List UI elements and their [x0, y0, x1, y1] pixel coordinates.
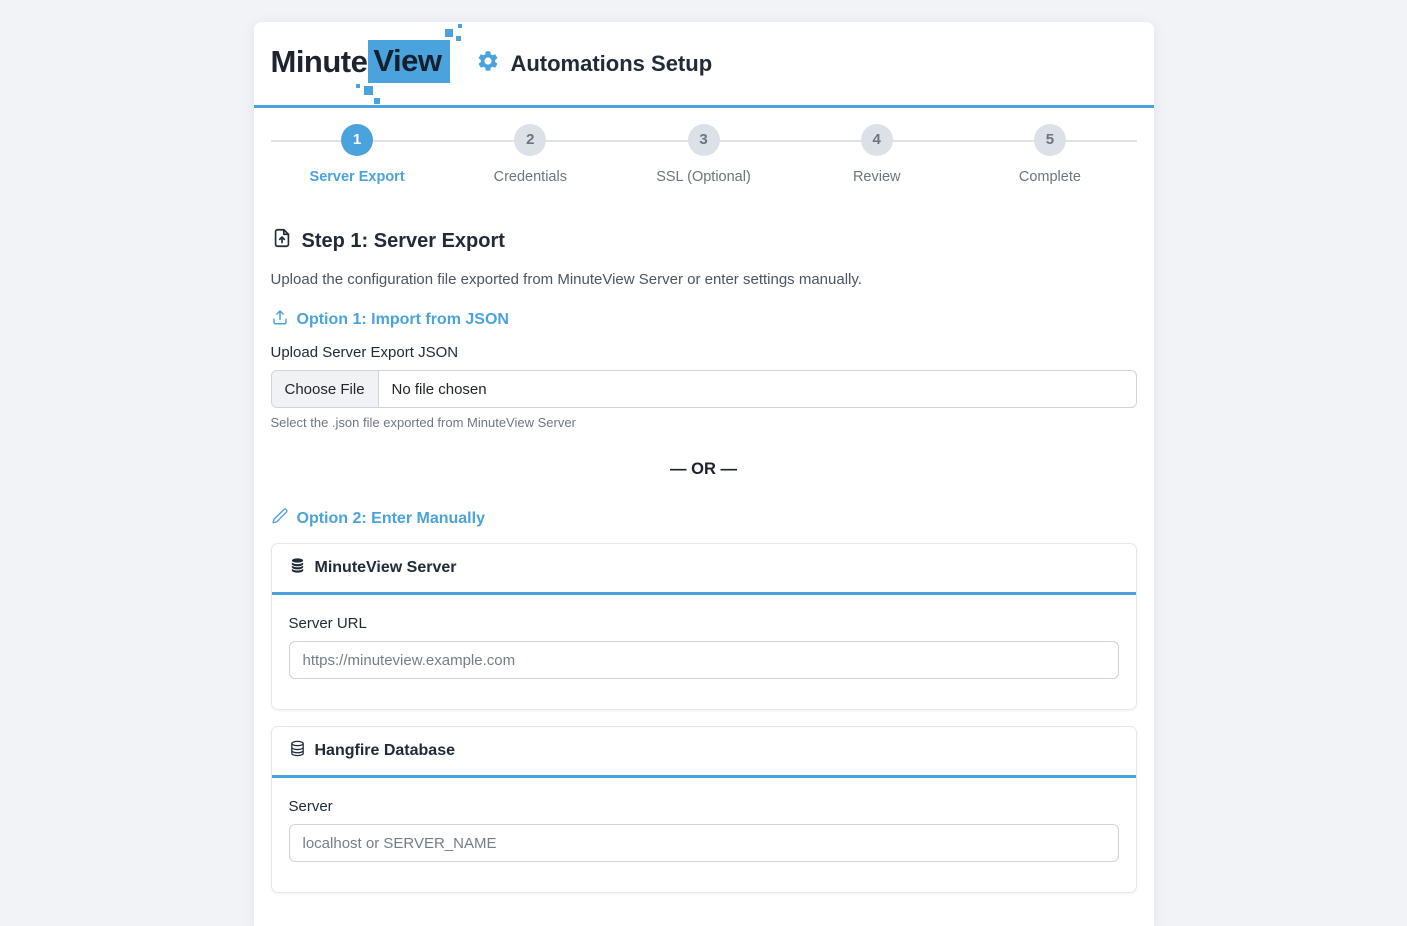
choose-file-button[interactable]: Choose File [272, 371, 379, 407]
server-url-input[interactable] [289, 641, 1119, 679]
step-number-badge: 2 [514, 124, 546, 156]
logo-pixel [445, 29, 453, 37]
stepper-step-review[interactable]: 4 Review [790, 124, 963, 185]
logo-text-view: View [368, 40, 450, 83]
database-icon [289, 740, 306, 762]
minuteview-server-card-body: Server URL [272, 595, 1136, 709]
file-chosen-status: No file chosen [379, 371, 500, 407]
upload-icon [271, 308, 289, 331]
step-number-badge: 4 [861, 124, 893, 156]
step1-heading-text: Step 1: Server Export [302, 230, 505, 253]
logo-pixel [364, 86, 373, 95]
stepper-step-complete[interactable]: 5 Complete [963, 124, 1136, 185]
logo-pixel [356, 84, 360, 88]
option2-heading-text: Option 2: Enter Manually [297, 510, 485, 528]
step1-description: Upload the configuration file exported f… [271, 271, 1137, 288]
step-label: Review [790, 169, 963, 185]
minuteview-logo: MinuteView [271, 34, 451, 93]
option1-heading-text: Option 1: Import from JSON [297, 311, 509, 329]
logo-pixel [458, 24, 462, 28]
step-label: Server Export [271, 169, 444, 185]
page-title: Automations Setup [476, 49, 712, 79]
hangfire-database-card-title: Hangfire Database [315, 742, 456, 760]
step-label: Credentials [444, 169, 617, 185]
file-input-help-text: Select the .json file exported from Minu… [271, 415, 1137, 430]
step-number-badge: 5 [1034, 124, 1066, 156]
option2-heading: Option 2: Enter Manually [271, 507, 1137, 530]
logo-pixel [456, 36, 461, 41]
upload-json-label: Upload Server Export JSON [271, 344, 1137, 361]
database-fill-icon [289, 557, 306, 579]
step-number-badge: 1 [341, 124, 373, 156]
logo-pixel [374, 98, 380, 104]
wizard-stepper: 1 Server Export 2 Credentials 3 SSL (Opt… [254, 108, 1154, 205]
step-label: SSL (Optional) [617, 169, 790, 185]
hangfire-server-input[interactable] [289, 824, 1119, 862]
minuteview-server-card: MinuteView Server Server URL [271, 543, 1137, 710]
server-label: Server [289, 798, 1119, 815]
step1-content: Step 1: Server Export Upload the configu… [254, 205, 1154, 926]
server-export-file-input[interactable]: Choose File No file chosen [271, 370, 1137, 408]
app-header: MinuteView Automations Setup [254, 22, 1154, 108]
server-url-label: Server URL [289, 615, 1119, 632]
minuteview-server-card-header: MinuteView Server [272, 544, 1136, 595]
or-divider: — OR — [271, 460, 1137, 479]
step1-heading: Step 1: Server Export [271, 227, 1137, 255]
stepper-step-server-export[interactable]: 1 Server Export [271, 124, 444, 185]
stepper-step-ssl[interactable]: 3 SSL (Optional) [617, 124, 790, 185]
file-upload-icon [271, 227, 293, 255]
minuteview-server-card-title: MinuteView Server [315, 559, 457, 577]
setup-wizard-panel: MinuteView Automations Setup 1 Server Ex… [254, 22, 1154, 926]
gear-icon [476, 49, 500, 79]
pencil-icon [271, 507, 289, 530]
step-number-badge: 3 [688, 124, 720, 156]
stepper-step-credentials[interactable]: 2 Credentials [444, 124, 617, 185]
hangfire-database-card-header: Hangfire Database [272, 727, 1136, 778]
logo-text-minute: Minute [271, 46, 368, 77]
option1-heading: Option 1: Import from JSON [271, 308, 1137, 331]
step-label: Complete [963, 169, 1136, 185]
hangfire-database-card-body: Server [272, 778, 1136, 892]
page-title-text: Automations Setup [510, 51, 712, 77]
hangfire-database-card: Hangfire Database Server [271, 726, 1137, 893]
